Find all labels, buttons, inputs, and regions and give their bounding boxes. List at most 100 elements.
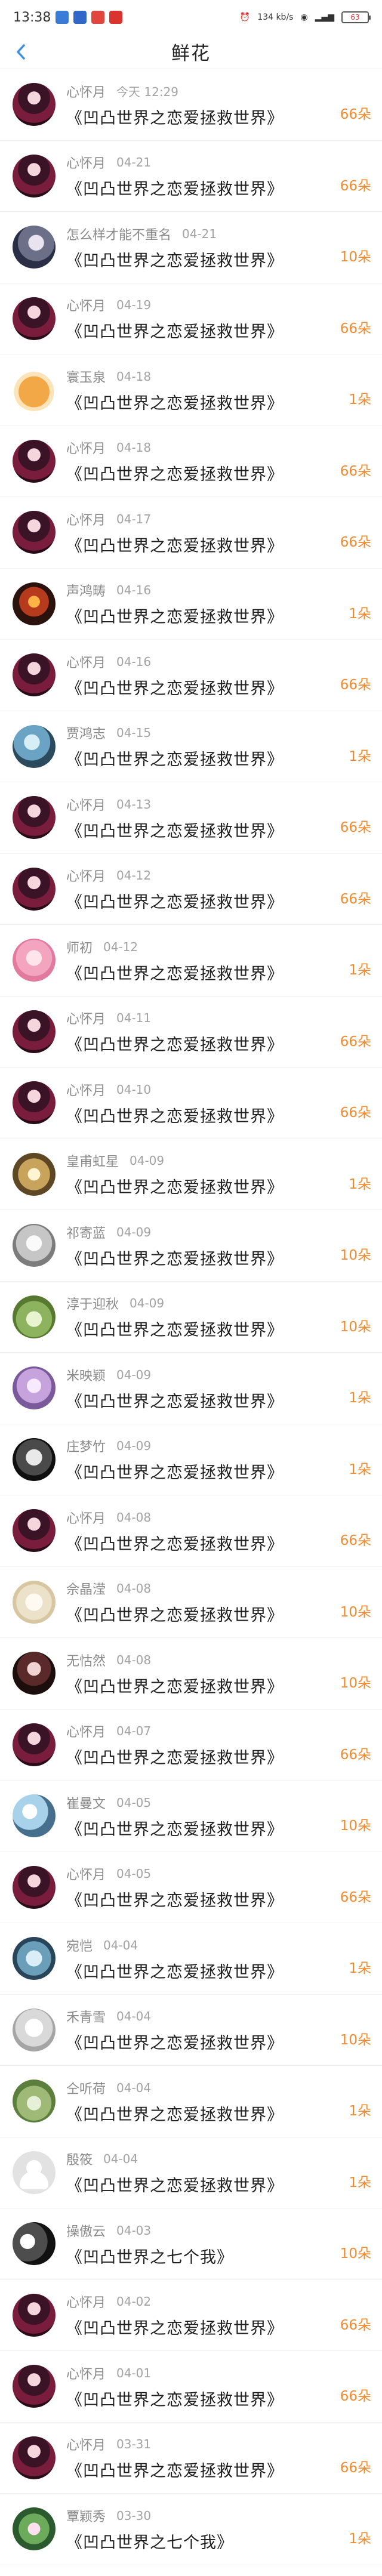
book-title[interactable]: 《凹凸世界之恋爱拯救世界》 <box>66 961 382 984</box>
user-name[interactable]: 崔曼文 <box>66 1793 106 1812</box>
list-item[interactable]: 寰玉泉 04-18 《凹凸世界之恋爱拯救世界》 1朵 <box>0 354 382 426</box>
book-title[interactable]: 《凹凸世界之恋爱拯救世界》 <box>66 1816 382 1840</box>
book-title[interactable]: 《凹凸世界之恋爱拯救世界》 <box>66 1389 382 1412</box>
avatar[interactable] <box>13 724 56 768</box>
list-item[interactable]: 心怀月 04-10 《凹凸世界之恋爱拯救世界》 66朵 <box>0 1068 382 1139</box>
user-name[interactable]: 庄梦竹 <box>66 1436 106 1455</box>
user-name[interactable]: 师初 <box>66 937 93 957</box>
list-item[interactable]: 崔曼文 04-05 《凹凸世界之恋爱拯救世界》 10朵 <box>0 1781 382 1852</box>
user-name[interactable]: 心怀月 <box>66 866 106 885</box>
list-item[interactable]: 宛恺 04-04 《凹凸世界之恋爱拯救世界》 1朵 <box>0 1923 382 1995</box>
list-item[interactable]: 殷筱 04-04 《凹凸世界之恋爱拯救世界》 1朵 <box>0 2137 382 2208</box>
avatar[interactable] <box>13 2222 56 2266</box>
avatar[interactable] <box>13 1580 56 1624</box>
list-item[interactable]: 心怀月 04-16 《凹凸世界之恋爱拯救世界》 66朵 <box>0 640 382 711</box>
book-title[interactable]: 《凹凸世界之恋爱拯救世界》 <box>66 2102 382 2125</box>
avatar[interactable] <box>13 2507 56 2551</box>
user-name[interactable]: 心怀月 <box>66 2435 106 2454</box>
user-name[interactable]: 仝听荷 <box>66 2078 106 2097</box>
user-name[interactable]: 心怀月 <box>66 652 106 671</box>
avatar[interactable] <box>13 1437 56 1481</box>
list-item[interactable]: 贾鸿志 04-15 《凹凸世界之恋爱拯救世界》 1朵 <box>0 711 382 782</box>
user-name[interactable]: 覃颖秀 <box>66 2506 106 2525</box>
avatar[interactable] <box>13 154 56 198</box>
book-title[interactable]: 《凹凸世界之恋爱拯救世界》 <box>66 1531 382 1554</box>
list-item[interactable]: 佘晶滢 04-08 《凹凸世界之恋爱拯救世界》 10朵 <box>0 1567 382 1638</box>
book-title[interactable]: 《凹凸世界之恋爱拯救世界》 <box>66 1887 382 1911</box>
user-name[interactable]: 心怀月 <box>66 1008 106 1028</box>
avatar[interactable] <box>13 2436 56 2479</box>
list-item[interactable]: 仝听荷 04-04 《凹凸世界之恋爱拯救世界》 1朵 <box>0 2066 382 2137</box>
book-title[interactable]: 《凹凸世界之恋爱拯救世界》 <box>66 2387 382 2410</box>
list-item[interactable]: 心怀月 04-08 《凹凸世界之恋爱拯救世界》 66朵 <box>0 1495 382 1567</box>
avatar[interactable] <box>13 1224 56 1267</box>
user-name[interactable]: 心怀月 <box>66 795 106 814</box>
list-item[interactable]: 心怀月 04-13 《凹凸世界之恋爱拯救世界》 66朵 <box>0 782 382 854</box>
book-title[interactable]: 《凹凸世界之恋爱拯救世界》 <box>66 1103 382 1127</box>
list-item[interactable]: 无怙然 04-08 《凹凸世界之恋爱拯救世界》 10朵 <box>0 1638 382 1710</box>
book-title[interactable]: 《凹凸世界之七个我》 <box>66 2244 382 2268</box>
user-name[interactable]: 殷筱 <box>66 2149 93 2168</box>
book-title[interactable]: 《凹凸世界之七个我》 <box>66 2529 382 2553</box>
book-title[interactable]: 《凹凸世界之恋爱拯救世界》 <box>66 675 382 699</box>
book-title[interactable]: 《凹凸世界之恋爱拯救世界》 <box>66 1246 382 1269</box>
list-item[interactable]: 心怀月 今天 12:29 《凹凸世界之恋爱拯救世界》 66朵 <box>0 69 382 141</box>
user-name[interactable]: 心怀月 <box>66 1080 106 1099</box>
book-title[interactable]: 《凹凸世界之恋爱拯救世界》 <box>66 746 382 770</box>
avatar[interactable] <box>13 368 56 412</box>
list-item[interactable]: 覃颖秀 03-30 《凹凸世界之七个我》 1朵 <box>0 2494 382 2565</box>
book-title[interactable]: 《凹凸世界之恋爱拯救世界》 <box>66 1317 382 1340</box>
book-title[interactable]: 《凹凸世界之恋爱拯救世界》 <box>66 1032 382 1055</box>
book-title[interactable]: 《凹凸世界之恋爱拯救世界》 <box>66 604 382 627</box>
user-name[interactable]: 心怀月 <box>66 153 106 172</box>
book-title[interactable]: 《凹凸世界之恋爱拯救世界》 <box>66 1602 382 1625</box>
user-name[interactable]: 心怀月 <box>66 2292 106 2311</box>
user-name[interactable]: 心怀月 <box>66 438 106 457</box>
avatar[interactable] <box>13 1937 56 1980</box>
avatar[interactable] <box>13 939 56 982</box>
book-title[interactable]: 《凹凸世界之恋爱拯救世界》 <box>66 319 382 342</box>
avatar[interactable] <box>13 83 56 127</box>
book-title[interactable]: 《凹凸世界之恋爱拯救世界》 <box>66 1174 382 1198</box>
avatar[interactable] <box>13 1081 56 1125</box>
avatar[interactable] <box>13 2365 56 2408</box>
book-title[interactable]: 《凹凸世界之恋爱拯救世界》 <box>66 2315 382 2339</box>
user-name[interactable]: 贾鸿志 <box>66 723 106 742</box>
user-name[interactable]: 皇甫虹星 <box>66 1151 119 1170</box>
book-title[interactable]: 《凹凸世界之恋爱拯救世界》 <box>66 461 382 485</box>
user-name[interactable]: 宛恺 <box>66 1936 93 1955</box>
list-item[interactable]: 心怀月 04-18 《凹凸世界之恋爱拯救世界》 66朵 <box>0 426 382 497</box>
book-title[interactable]: 《凹凸世界之恋爱拯救世界》 <box>66 248 382 271</box>
list-item[interactable]: 师初 04-12 《凹凸世界之恋爱拯救世界》 1朵 <box>0 925 382 997</box>
list-item[interactable]: 禾青雪 04-04 《凹凸世界之恋爱拯救世界》 10朵 <box>0 1995 382 2066</box>
user-name[interactable]: 佘晶滢 <box>66 1579 106 1598</box>
list-item[interactable]: 声鸿畴 04-16 《凹凸世界之恋爱拯救世界》 1朵 <box>0 569 382 640</box>
user-name[interactable]: 祁寄蓝 <box>66 1223 106 1242</box>
avatar[interactable] <box>13 2293 56 2337</box>
avatar[interactable] <box>13 1794 56 1838</box>
list-item[interactable]: 心怀月 04-17 《凹凸世界之恋爱拯救世界》 66朵 <box>0 497 382 569</box>
book-title[interactable]: 《凹凸世界之恋爱拯救世界》 <box>66 818 382 841</box>
list-item[interactable]: 心怀月 04-12 《凹凸世界之恋爱拯救世界》 66朵 <box>0 854 382 925</box>
book-title[interactable]: 《凹凸世界之恋爱拯救世界》 <box>66 1959 382 1982</box>
user-name[interactable]: 心怀月 <box>66 1722 106 1741</box>
avatar[interactable] <box>13 1865 56 1909</box>
avatar[interactable] <box>13 1723 56 1766</box>
book-title[interactable]: 《凹凸世界之恋爱拯救世界》 <box>66 1674 382 1697</box>
avatar[interactable] <box>13 2151 56 2194</box>
avatar[interactable] <box>13 511 56 554</box>
avatar[interactable] <box>13 2008 56 2051</box>
avatar[interactable] <box>13 1652 56 1695</box>
list-item[interactable]: 心怀月 04-01 《凹凸世界之恋爱拯救世界》 66朵 <box>0 2351 382 2423</box>
user-name[interactable]: 心怀月 <box>66 295 106 314</box>
list-item[interactable]: 心怀月 04-11 《凹凸世界之恋爱拯救世界》 66朵 <box>0 997 382 1068</box>
book-title[interactable]: 《凹凸世界之恋爱拯救世界》 <box>66 2173 382 2196</box>
avatar[interactable] <box>13 1366 56 1410</box>
user-name[interactable]: 怎么样才能不重名 <box>66 224 171 243</box>
avatar[interactable] <box>13 867 56 911</box>
user-name[interactable]: 操傲云 <box>66 2221 106 2240</box>
avatar[interactable] <box>13 1010 56 1053</box>
list-item[interactable]: 心怀月 03-31 《凹凸世界之恋爱拯救世界》 66朵 <box>0 2423 382 2494</box>
book-title[interactable]: 《凹凸世界之恋爱拯救世界》 <box>66 1745 382 1768</box>
user-name[interactable]: 声鸿畴 <box>66 581 106 600</box>
